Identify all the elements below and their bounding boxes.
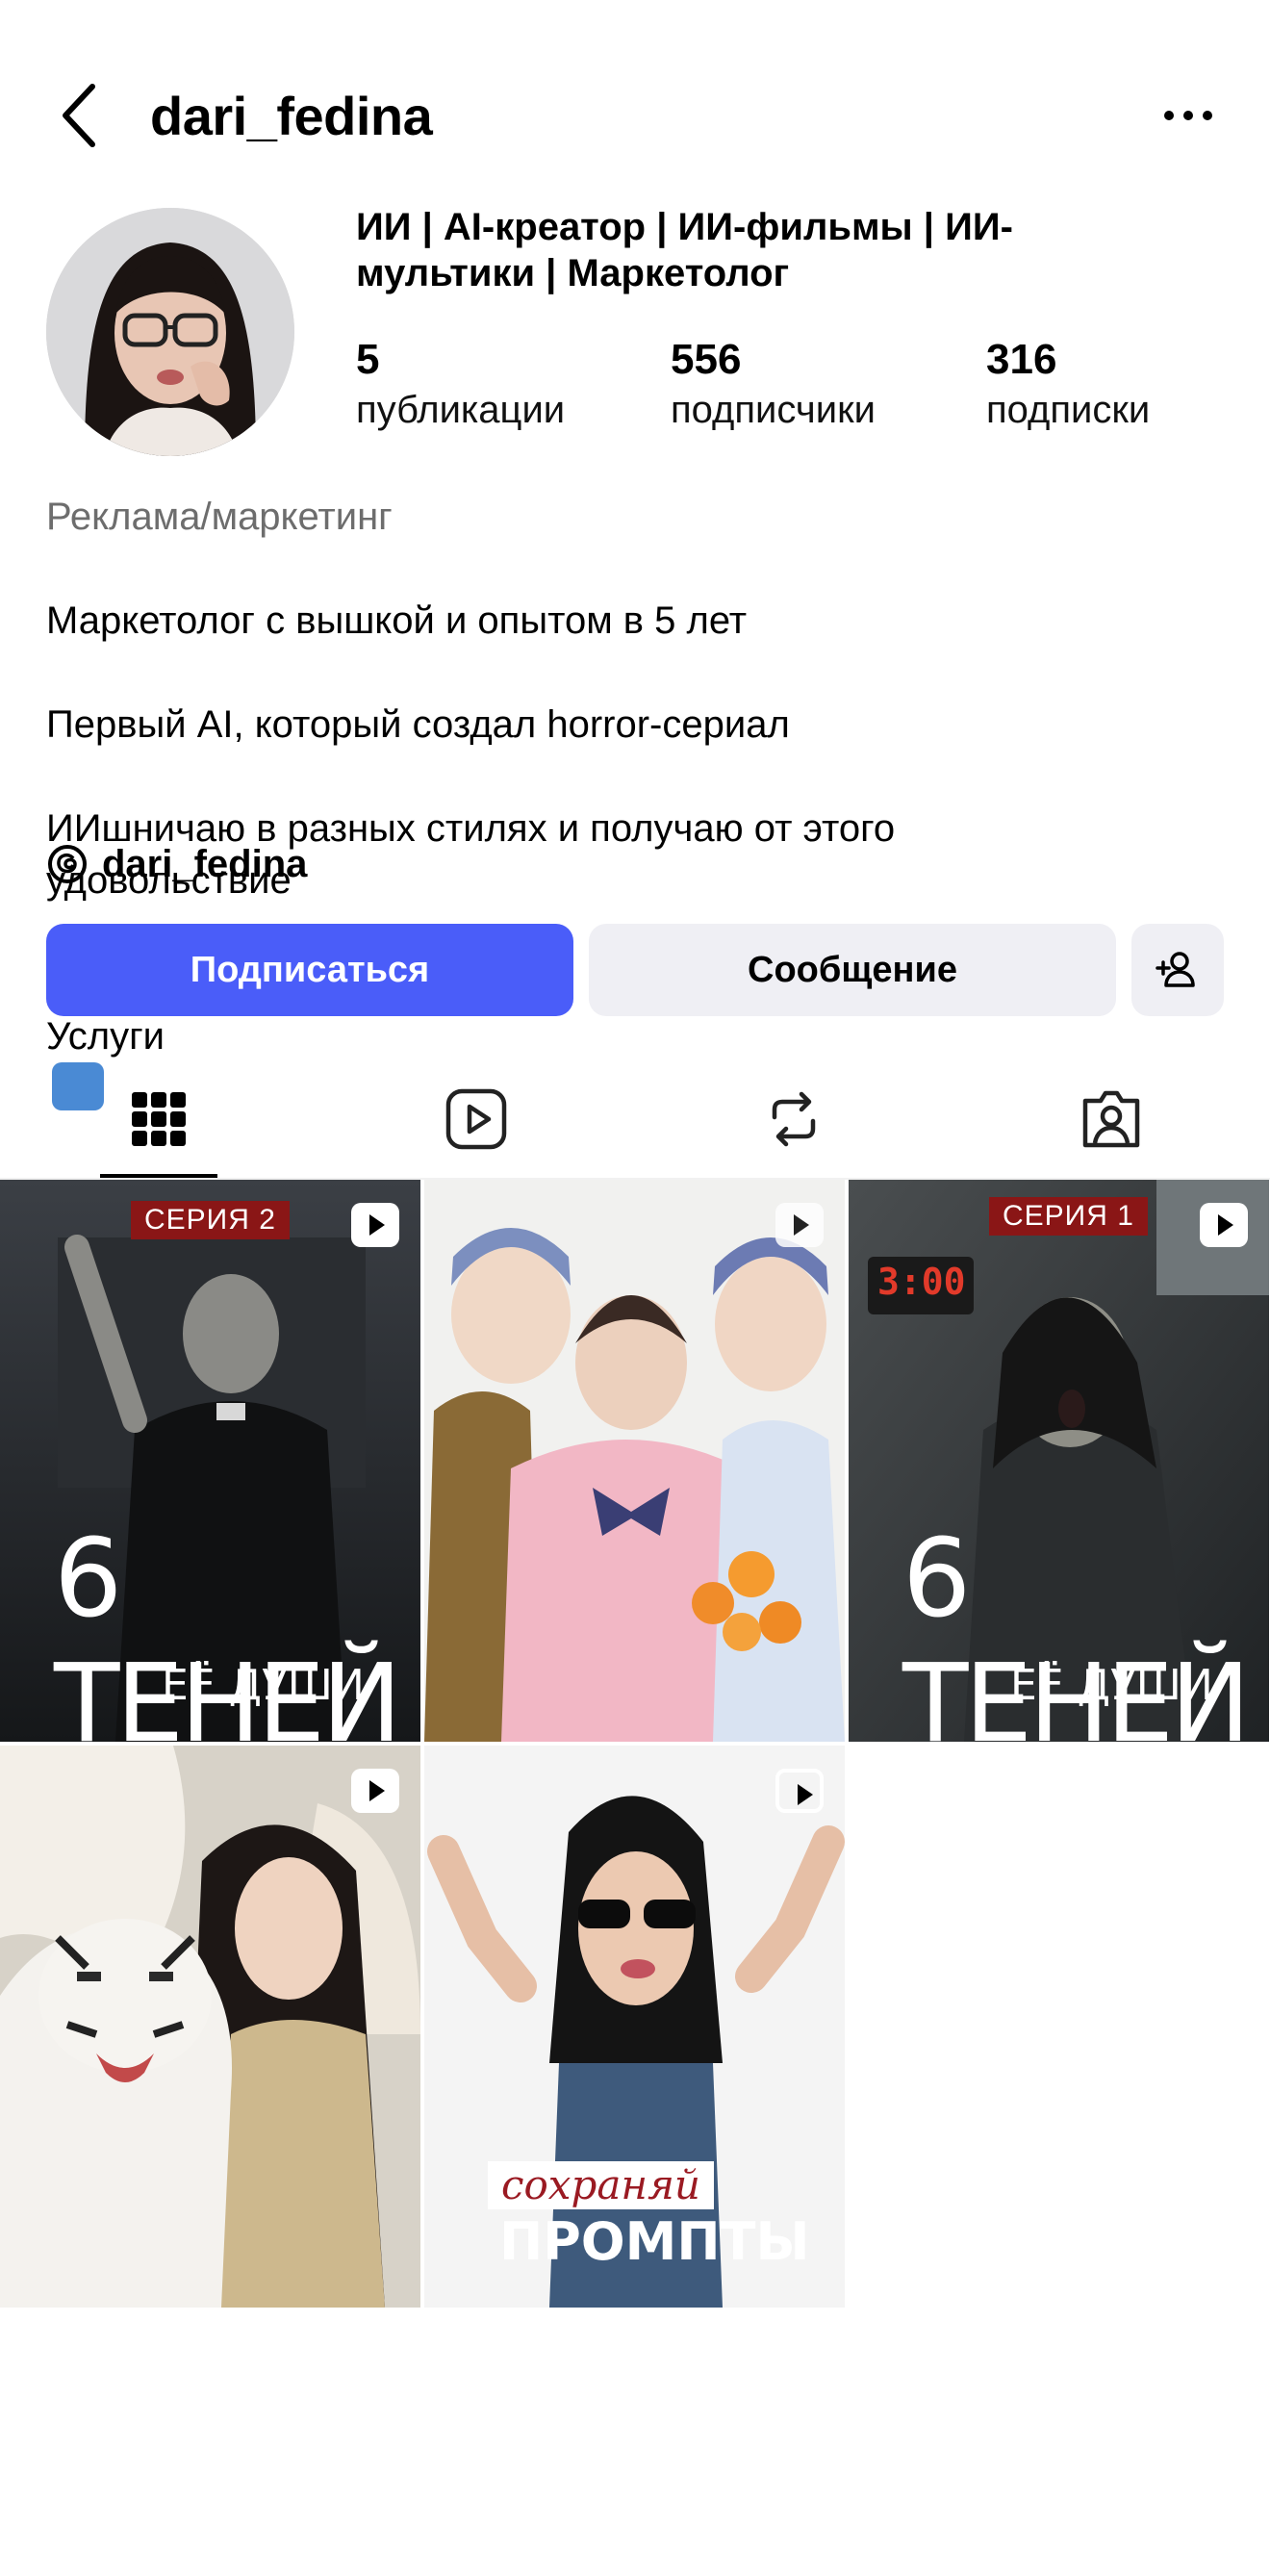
stat-followers[interactable]: 556 подписчики — [671, 335, 876, 435]
threads-link[interactable]: dari_fedina — [46, 837, 307, 891]
tab-posts[interactable] — [0, 1058, 318, 1180]
post-thumbnail[interactable]: сохраняй ПРОМПТЫ — [424, 1746, 845, 2308]
reel-icon — [775, 1203, 824, 1247]
stat-followers-value: 556 — [671, 336, 742, 383]
add-person-icon — [1156, 952, 1195, 987]
tab-reposts[interactable] — [635, 1058, 952, 1180]
post-thumbnail[interactable]: СЕРИЯ 1 3:00 6 ТЕНЕЙ ЕЁ ДУШИ — [849, 1180, 1269, 1742]
follow-button[interactable]: Подписаться — [46, 924, 573, 1016]
profile-tabs — [0, 1058, 1270, 1180]
carousel-icon — [775, 1769, 824, 1813]
stat-following-label: подписки — [986, 389, 1151, 431]
reel-icon — [351, 1769, 399, 1813]
threads-icon — [48, 845, 87, 883]
post-thumbnail[interactable]: СЕРИЯ 2 6 ТЕНЕЙ ЕЁ ДУШИ — [0, 1180, 420, 1742]
series-badge: СЕРИЯ 1 — [989, 1197, 1148, 1236]
post-caption-top: сохраняй — [488, 2161, 714, 2209]
profile-header: dari_fedina — [0, 67, 1270, 164]
clock-display: 3:00 — [877, 1261, 966, 1303]
series-badge: СЕРИЯ 2 — [131, 1201, 290, 1239]
tab-tagged[interactable] — [952, 1058, 1270, 1180]
stat-followers-label: подписчики — [671, 389, 876, 431]
tab-reels[interactable] — [318, 1058, 635, 1180]
stat-following[interactable]: 316 подписки — [986, 335, 1150, 435]
stat-following-value: 316 — [986, 336, 1057, 383]
grid-icon — [132, 1092, 186, 1146]
more-options-icon[interactable] — [1159, 87, 1217, 144]
avatar[interactable] — [46, 208, 294, 456]
stat-posts-label: публикации — [356, 389, 566, 431]
back-arrow-icon[interactable] — [56, 81, 102, 150]
profile-username: dari_fedina — [150, 86, 433, 146]
post-subtitle: ЕЁ ДУШИ — [162, 1661, 365, 1710]
profile-headline: ИИ | AI-креатор | ИИ-фильмы | ИИ-мультик… — [356, 206, 1013, 294]
bio-line: Маркетолог с вышкой и опытом в 5 лет — [46, 599, 748, 642]
stat-posts-value: 5 — [356, 336, 380, 383]
reel-icon — [351, 1203, 399, 1247]
stat-posts[interactable]: 5 публикации — [356, 335, 565, 435]
profile-category: Реклама/маркетинг — [46, 496, 393, 538]
bio-line: Услуги — [46, 1015, 165, 1058]
post-thumbnail[interactable] — [0, 1746, 420, 2308]
post-thumbnail[interactable] — [424, 1180, 845, 1742]
bio-line: Первый AI, который создал horror-сериал — [46, 703, 790, 746]
reel-icon — [1200, 1203, 1248, 1247]
reels-icon — [445, 1088, 507, 1150]
reposts-icon — [772, 1091, 816, 1147]
post-subtitle: ЕЁ ДУШИ — [1010, 1661, 1213, 1710]
tagged-icon — [1082, 1090, 1140, 1148]
message-button[interactable]: Сообщение — [589, 924, 1116, 1016]
post-caption-bottom: ПРОМПТЫ — [499, 2211, 810, 2272]
suggest-users-button[interactable] — [1131, 924, 1224, 1016]
threads-handle: dari_fedina — [102, 842, 308, 885]
